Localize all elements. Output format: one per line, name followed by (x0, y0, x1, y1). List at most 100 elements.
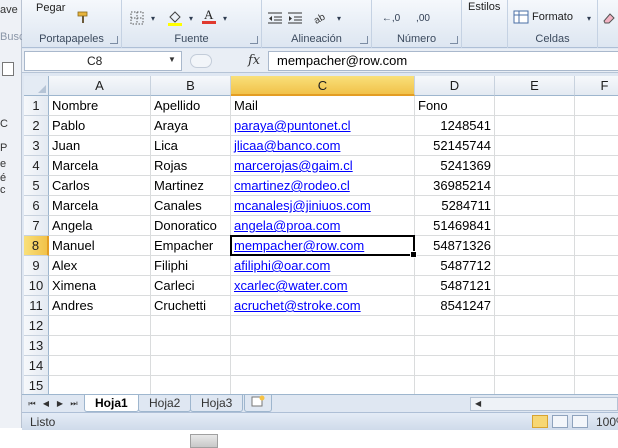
name-box-dropdown-icon[interactable]: ▼ (168, 55, 176, 64)
cell-c14[interactable] (231, 356, 415, 376)
cell-b6[interactable]: Canales (151, 196, 231, 216)
cell-e9[interactable] (495, 256, 575, 276)
row-header-13[interactable]: 13 (24, 336, 49, 356)
cell-a7[interactable]: Angela (49, 216, 151, 236)
cell-b7[interactable]: Donoratico (151, 216, 231, 236)
alignment-launcher-icon[interactable] (360, 36, 368, 44)
cell-c8[interactable]: mempacher@row.com (231, 236, 415, 256)
increase-decimal-icon[interactable]: ←,0 (382, 10, 400, 26)
cell-f7[interactable] (575, 216, 618, 236)
cell-a4[interactable]: Marcela (49, 156, 151, 176)
cell-e6[interactable] (495, 196, 575, 216)
cell-hyperlink[interactable]: marcerojas@gaim.cl (234, 158, 353, 173)
cell-c2[interactable]: paraya@puntonet.cl (231, 116, 415, 136)
cell-e14[interactable] (495, 356, 575, 376)
scroll-left-icon[interactable]: ◀ (475, 398, 481, 410)
column-header-f[interactable]: F (575, 76, 618, 96)
row-header-8[interactable]: 8 (24, 236, 49, 256)
cell-f15[interactable] (575, 376, 618, 394)
cell-a9[interactable]: Alex (49, 256, 151, 276)
cell-a5[interactable]: Carlos (49, 176, 151, 196)
cell-hyperlink[interactable]: cmartinez@rodeo.cl (234, 178, 350, 193)
format-dropdown-icon[interactable]: ▾ (580, 10, 598, 26)
cell-e15[interactable] (495, 376, 575, 394)
cell-hyperlink[interactable]: xcarlec@water.com (234, 278, 348, 293)
cell-f8[interactable] (575, 236, 618, 256)
cell-hyperlink[interactable]: jlicaa@banco.com (234, 138, 340, 153)
cell-d12[interactable] (415, 316, 495, 336)
cell-c12[interactable] (231, 316, 415, 336)
row-header-12[interactable]: 12 (24, 316, 49, 336)
column-header-d[interactable]: D (415, 76, 495, 96)
row-header-6[interactable]: 6 (24, 196, 49, 216)
column-header-c[interactable]: C (231, 76, 415, 96)
cell-f1[interactable] (575, 96, 618, 116)
decrease-decimal-icon[interactable]: ,00 (414, 10, 432, 26)
cell-c4[interactable]: marcerojas@gaim.cl (231, 156, 415, 176)
cell-f3[interactable] (575, 136, 618, 156)
cell-e2[interactable] (495, 116, 575, 136)
cell-b11[interactable]: Cruchetti (151, 296, 231, 316)
row-header-4[interactable]: 4 (24, 156, 49, 176)
cell-e10[interactable] (495, 276, 575, 296)
cell-d2[interactable]: 1248541 (415, 116, 495, 136)
row-header-7[interactable]: 7 (24, 216, 49, 236)
cell-c1[interactable]: Mail (231, 96, 415, 116)
cell-e12[interactable] (495, 316, 575, 336)
cell-b15[interactable] (151, 376, 231, 394)
cell-f14[interactable] (575, 356, 618, 376)
column-header-a[interactable]: A (49, 76, 151, 96)
cell-d8[interactable]: 54871326 (415, 236, 495, 256)
row-header-15[interactable]: 15 (24, 376, 49, 394)
sheet-tab-hoja3[interactable]: Hoja3 (190, 395, 244, 412)
cell-d1[interactable]: Fono (415, 96, 495, 116)
cell-d11[interactable]: 8541247 (415, 296, 495, 316)
cell-hyperlink[interactable]: mcanalesj@jiniuos.com (234, 198, 371, 213)
cell-d15[interactable] (415, 376, 495, 394)
cell-d10[interactable]: 5487121 (415, 276, 495, 296)
cell-d4[interactable]: 5241369 (415, 156, 495, 176)
fill-color-dropdown-icon[interactable]: ▾ (182, 10, 200, 26)
insert-sheet-icon[interactable] (244, 395, 272, 412)
row-header-1[interactable]: 1 (24, 96, 49, 116)
cell-c5[interactable]: cmartinez@rodeo.cl (231, 176, 415, 196)
increase-indent-icon[interactable] (286, 10, 304, 26)
normal-view-icon[interactable] (532, 415, 548, 428)
cell-a11[interactable]: Andres (49, 296, 151, 316)
cell-a13[interactable] (49, 336, 151, 356)
cell-hyperlink[interactable]: paraya@puntonet.cl (234, 118, 351, 133)
cell-f13[interactable] (575, 336, 618, 356)
cell-d13[interactable] (415, 336, 495, 356)
cell-hyperlink[interactable]: angela@proa.com (234, 218, 340, 233)
cell-f11[interactable] (575, 296, 618, 316)
cell-hyperlink[interactable]: afiliphi@oar.com (234, 258, 330, 273)
cell-b4[interactable]: Rojas (151, 156, 231, 176)
insert-function-icon[interactable]: fx (248, 53, 260, 68)
clear-icon[interactable] (600, 10, 618, 26)
column-header-e[interactable]: E (495, 76, 575, 96)
cell-b2[interactable]: Araya (151, 116, 231, 136)
cell-a2[interactable]: Pablo (49, 116, 151, 136)
cell-d3[interactable]: 52145744 (415, 136, 495, 156)
cell-a10[interactable]: Ximena (49, 276, 151, 296)
cell-d9[interactable]: 5487712 (415, 256, 495, 276)
row-header-11[interactable]: 11 (24, 296, 49, 316)
cell-e3[interactable] (495, 136, 575, 156)
prev-sheet-icon[interactable]: ◀ (40, 397, 52, 410)
number-launcher-icon[interactable] (450, 36, 458, 44)
cell-a8[interactable]: Manuel (49, 236, 151, 256)
cell-c9[interactable]: afiliphi@oar.com (231, 256, 415, 276)
row-header-2[interactable]: 2 (24, 116, 49, 136)
sheet-tab-hoja1[interactable]: Hoja1 (84, 395, 139, 412)
next-sheet-icon[interactable]: ▶ (54, 397, 66, 410)
cell-e8[interactable] (495, 236, 575, 256)
cell-d7[interactable]: 51469841 (415, 216, 495, 236)
format-cells-icon[interactable] (512, 9, 530, 25)
name-box[interactable]: C8 (24, 51, 182, 71)
cell-b12[interactable] (151, 316, 231, 336)
cell-c10[interactable]: xcarlec@water.com (231, 276, 415, 296)
row-header-9[interactable]: 9 (24, 256, 49, 276)
cell-f2[interactable] (575, 116, 618, 136)
orientation-dropdown-icon[interactable]: ▾ (330, 10, 348, 26)
cell-b13[interactable] (151, 336, 231, 356)
